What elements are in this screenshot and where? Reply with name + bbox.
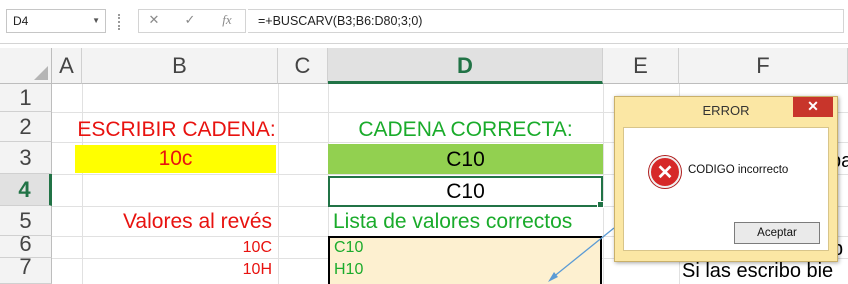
fill-handle[interactable] [597, 201, 604, 208]
arrow-annotation [548, 227, 615, 282]
cell-d5[interactable]: Lista de valores correctos [333, 210, 572, 234]
dialog-message: CODIGO incorrecto [688, 164, 789, 176]
name-box[interactable]: D4 ▼ [6, 9, 106, 33]
row-header-5[interactable]: 5 [0, 206, 52, 236]
cell-d2[interactable]: CADENA CORRECTA: [328, 118, 603, 142]
close-icon[interactable]: ✕ [793, 97, 833, 117]
drag-handle[interactable] [118, 14, 120, 30]
cell-b6[interactable]: 10C [80, 239, 272, 257]
cell-b5[interactable]: Valores al revés [80, 210, 278, 234]
cell-f7[interactable]: Si las escribo bie [682, 260, 833, 283]
column-header-d[interactable]: D [328, 48, 603, 84]
column-header-b[interactable]: B [82, 48, 278, 84]
name-box-value: D4 [13, 14, 29, 28]
row-header-2[interactable]: 2 [0, 112, 52, 142]
chevron-down-icon[interactable]: ▼ [92, 10, 100, 32]
accept-button[interactable]: Aceptar [734, 222, 820, 244]
row-header-3[interactable]: 3 [0, 142, 52, 174]
cell-b2[interactable]: ESCRIBIR CADENA: [75, 118, 278, 142]
formula-input[interactable]: =+BUSCARV(B3;B6:D80;3;0) [248, 9, 844, 33]
enter-icon[interactable]: ✓ [177, 9, 203, 33]
column-header-a[interactable]: A [52, 48, 82, 84]
column-header-e[interactable]: E [603, 48, 679, 84]
cell-b7[interactable]: 10H [80, 261, 272, 279]
column-header-f[interactable]: F [679, 48, 848, 84]
cell-d3[interactable]: C10 [328, 148, 603, 172]
row-header-1[interactable]: 1 [0, 84, 52, 112]
cell-d4-selected[interactable]: C10 [328, 176, 603, 207]
cell-d6[interactable]: C10 [334, 239, 363, 257]
cell-b3[interactable]: 10c [75, 147, 276, 171]
row-header-4[interactable]: 4 [0, 174, 52, 206]
row-header-6[interactable]: 6 [0, 236, 52, 258]
error-dialog: ERROR ✕ ✕ CODIGO incorrecto Aceptar [614, 96, 838, 262]
select-all-button[interactable] [0, 48, 52, 84]
error-icon: ✕ [649, 156, 681, 188]
column-header-c[interactable]: C [278, 48, 328, 84]
cancel-icon[interactable]: ✕ [141, 9, 167, 33]
cell-d7[interactable]: H10 [334, 261, 363, 279]
dialog-body: ✕ CODIGO incorrecto Aceptar [623, 127, 829, 251]
row-header-7[interactable]: 7 [0, 258, 52, 284]
insert-function-icon[interactable]: fx [214, 9, 240, 33]
